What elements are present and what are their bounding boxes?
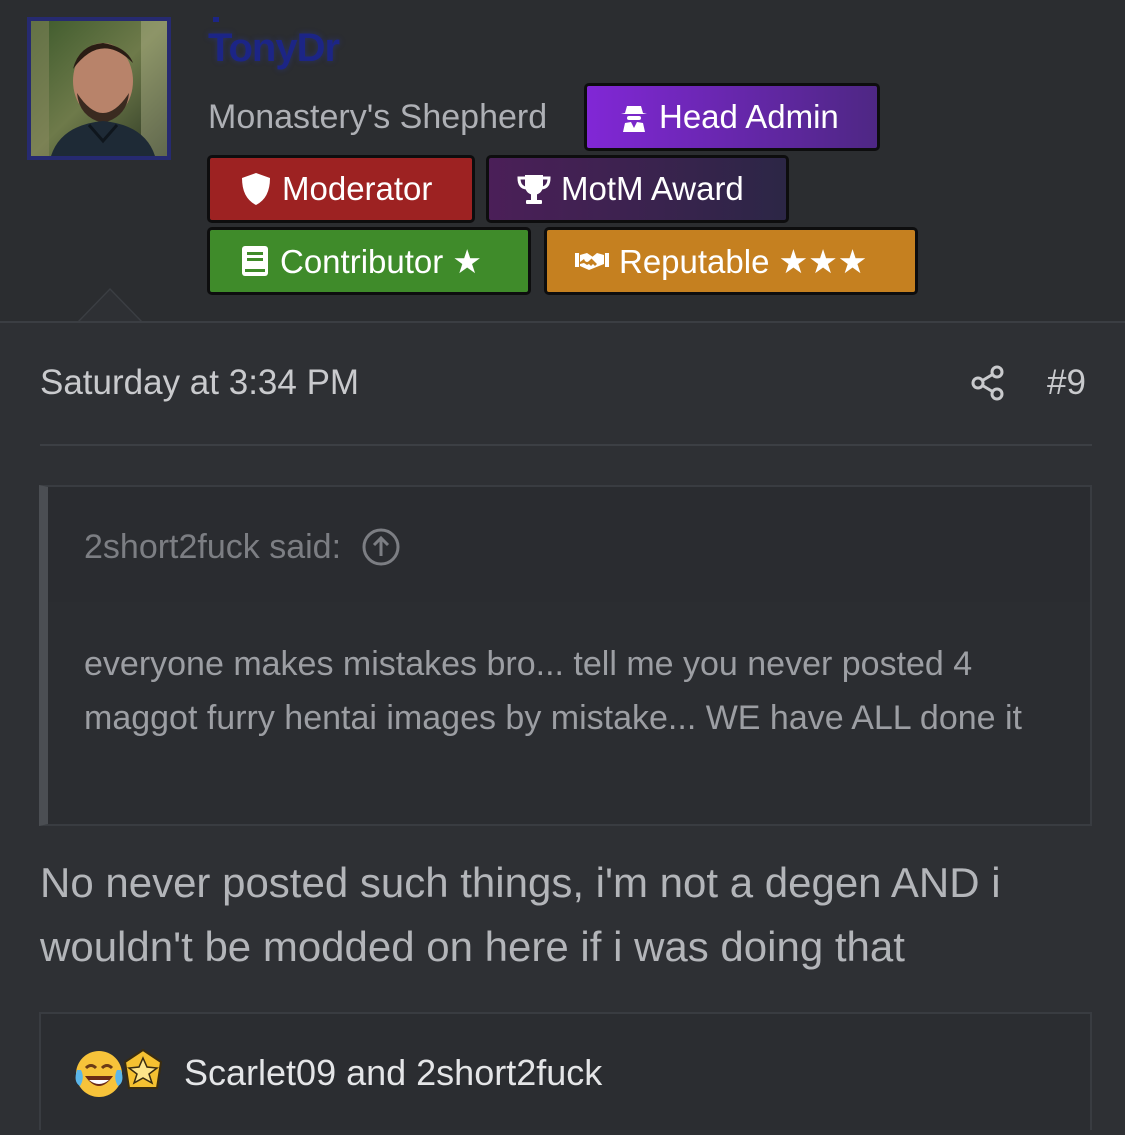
badge-contributor: Contributor ★ [207,227,531,295]
share-icon[interactable] [970,365,1006,401]
badge-moderator-label: Moderator [282,170,433,207]
header-pointer-fill [78,290,142,323]
handshake-icon [575,250,609,272]
reactions-bar: Scarlet09 and 2short2fuck [39,1012,1092,1130]
badge-contributor-label: Contributor ★ [280,242,482,280]
divider [40,444,1092,446]
quote-block: 2short2fuck said: everyone makes mistake… [39,485,1092,826]
badge-motm-label: MotM Award [561,170,744,207]
shield-icon [240,172,272,206]
arrow-up-circle-icon[interactable] [361,527,401,567]
avatar-image [31,21,167,156]
badge-reputable-label: Reputable ★★★ [619,242,868,280]
laughing-crying-emoji-icon [75,1051,123,1097]
badge-reputable: Reputable ★★★ [544,227,918,295]
avatar[interactable] [27,17,171,160]
badge-head-admin-label: Head Admin [659,98,839,135]
quote-author-label[interactable]: 2short2fuck said: [84,528,341,567]
book-icon [240,245,270,277]
trophy-icon [517,173,551,205]
username-decoration [213,17,219,22]
post-message: No never posted such things, i'm not a d… [40,859,1001,970]
user-header: TonyDr Monastery's Shepherd Head Admin M… [0,0,1125,323]
quote-author[interactable]: 2short2fuck said: [84,527,401,567]
reaction-icons[interactable] [73,1048,165,1100]
badge-motm-award: MotM Award [486,155,789,223]
badge-moderator: Moderator [207,155,475,223]
quote-header: 2short2fuck said: [48,487,1090,602]
username[interactable]: TonyDr [208,26,340,71]
badge-head-admin: Head Admin [584,83,880,151]
post-number-link[interactable]: #9 [1047,363,1086,403]
user-title: Monastery's Shepherd [208,98,548,136]
post-timestamp[interactable]: Saturday at 3:34 PM [40,363,359,403]
star-badge-icon [123,1048,163,1089]
spy-icon [619,102,649,132]
quote-body: everyone makes mistakes bro... tell me y… [84,645,1022,737]
reaction-users-link[interactable]: Scarlet09 and 2short2fuck [184,1052,602,1094]
post: Saturday at 3:34 PM #9 2short2fuck said:… [0,321,1125,1135]
